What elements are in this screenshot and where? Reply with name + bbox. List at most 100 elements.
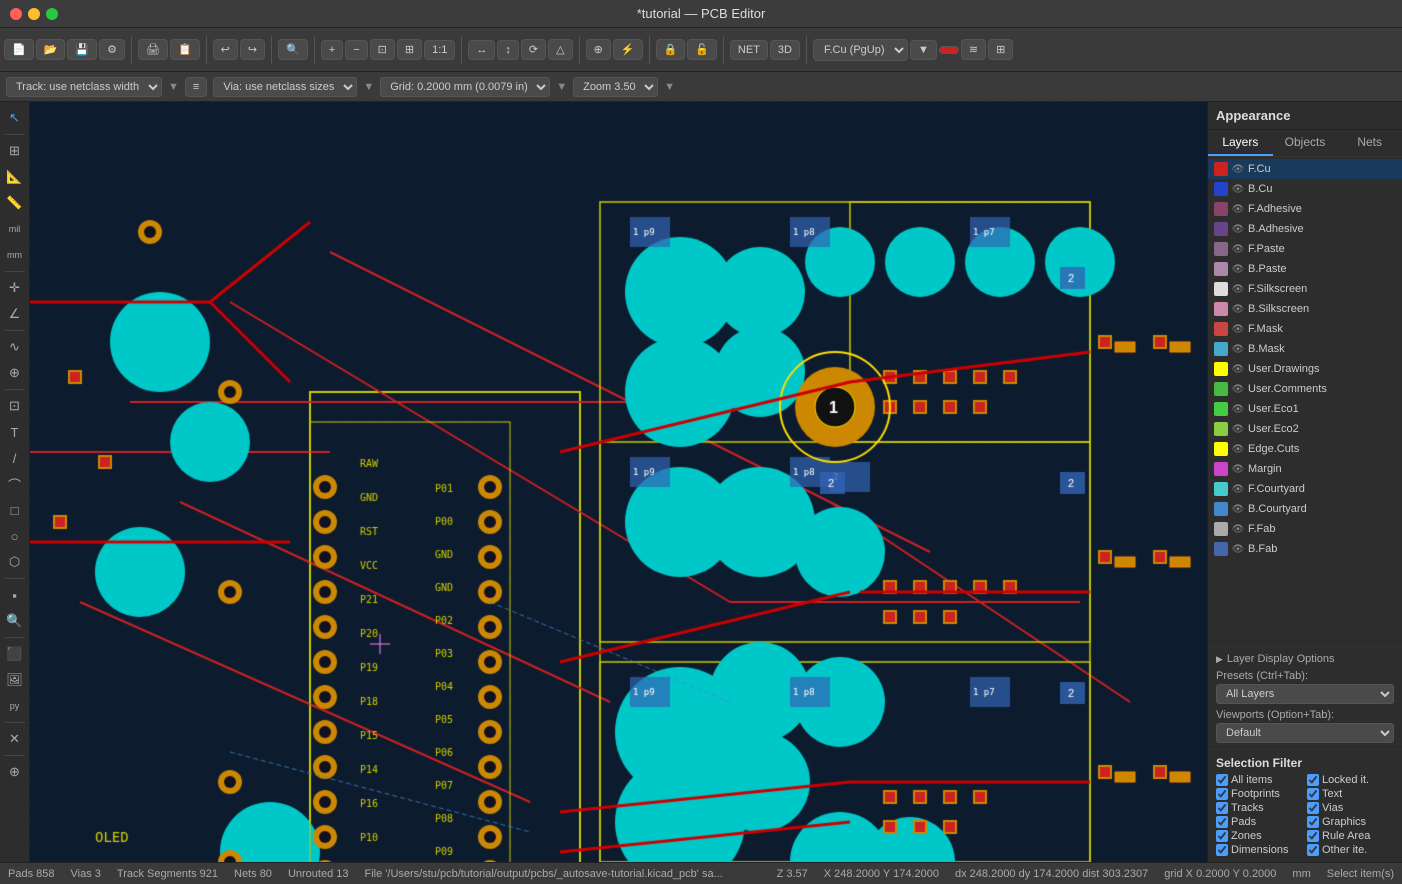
track-width-select[interactable]: Track: use netclass width [6, 77, 162, 97]
sf-checkbox-0[interactable] [1216, 774, 1228, 786]
new-button[interactable]: 📄 [4, 39, 34, 60]
rotate-button[interactable]: △ [548, 39, 572, 60]
image-tool[interactable]: 🖼 [3, 668, 27, 692]
layer-eye[interactable]: 👁 [1231, 543, 1245, 555]
grid-select[interactable]: Grid: 0.2000 mm (0.0079 in) [380, 77, 550, 97]
layer-item-user-comments[interactable]: 👁 User.Comments [1208, 379, 1402, 399]
layer-eye[interactable]: 👁 [1231, 223, 1245, 235]
layer-eye[interactable]: 👁 [1231, 463, 1245, 475]
scripting-tool[interactable]: py [3, 694, 27, 718]
unlock-button[interactable]: 🔓 [687, 39, 717, 60]
layer-item-b-cu[interactable]: 👁 B.Cu [1208, 179, 1402, 199]
extra-button[interactable]: ⊞ [988, 39, 1013, 60]
add-poly-tool[interactable]: ⬡ [3, 550, 27, 574]
layer-dropdown-button[interactable]: ▼ [910, 40, 937, 60]
plot-button[interactable]: 📋 [170, 39, 200, 60]
delete-tool[interactable]: ✕ [3, 727, 27, 751]
minimize-button[interactable] [28, 8, 40, 20]
add-footprint-tool[interactable]: ⊡ [3, 394, 27, 418]
layer-item-margin[interactable]: 👁 Margin [1208, 459, 1402, 479]
tab-nets[interactable]: Nets [1337, 130, 1402, 156]
route-button[interactable]: ⊕ [586, 39, 611, 60]
sf-checkbox-11[interactable] [1307, 844, 1319, 856]
angle-tool[interactable]: ∠ [3, 302, 27, 326]
layer-eye[interactable]: 👁 [1231, 163, 1245, 175]
measure-tool[interactable]: 📏 [3, 191, 27, 215]
layer-eye[interactable]: 👁 [1231, 323, 1245, 335]
undo-button[interactable]: ↩ [213, 39, 238, 60]
layer-item-f-courtyard[interactable]: 👁 F.Courtyard [1208, 479, 1402, 499]
grid-tool[interactable]: ⊞ [3, 139, 27, 163]
layer-item-edge-cuts[interactable]: 👁 Edge.Cuts [1208, 439, 1402, 459]
sf-checkbox-5[interactable] [1307, 802, 1319, 814]
mirror-h-button[interactable]: ↔ [468, 40, 495, 60]
via-size-select[interactable]: Via: use netclass sizes [213, 77, 357, 97]
layer-eye[interactable]: 👁 [1231, 503, 1245, 515]
zoom-select[interactable]: Zoom 3.50 [573, 77, 658, 97]
layer-eye[interactable]: 👁 [1231, 243, 1245, 255]
layer-item-f-paste[interactable]: 👁 F.Paste [1208, 239, 1402, 259]
sf-checkbox-3[interactable] [1307, 788, 1319, 800]
layer-eye[interactable]: 👁 [1231, 303, 1245, 315]
search-button[interactable]: 🔍 [278, 39, 308, 60]
sf-checkbox-10[interactable] [1216, 844, 1228, 856]
layer-eye[interactable]: 👁 [1231, 363, 1245, 375]
layer-item-f-silkscreen[interactable]: 👁 F.Silkscreen [1208, 279, 1402, 299]
redo-button[interactable]: ↪ [240, 39, 265, 60]
pcb-canvas-area[interactable] [30, 102, 1207, 862]
pcb-canvas[interactable] [30, 102, 1207, 862]
preset-select[interactable]: All Layers [1216, 684, 1394, 704]
route-track-tool[interactable]: ∿ [3, 335, 27, 359]
metric-toggle[interactable]: mil [3, 217, 27, 241]
select-tool[interactable]: ↖ [3, 106, 27, 130]
layer-item-b-courtyard[interactable]: 👁 B.Courtyard [1208, 499, 1402, 519]
close-button[interactable] [10, 8, 22, 20]
zoom-fit-button[interactable]: ⊡ [370, 39, 395, 60]
layer-item-b-silkscreen[interactable]: 👁 B.Silkscreen [1208, 299, 1402, 319]
3d-view-tool[interactable]: ⬛ [3, 642, 27, 666]
netinspector-button[interactable]: NET [730, 40, 768, 60]
tab-objects[interactable]: Objects [1273, 130, 1338, 156]
viewport-select[interactable]: Default [1216, 723, 1394, 743]
layer-color-button[interactable] [939, 46, 959, 54]
zoom-area-button[interactable]: ⊞ [397, 39, 422, 60]
sf-checkbox-6[interactable] [1216, 816, 1228, 828]
zoom-100-button[interactable]: 1:1 [424, 40, 455, 60]
zoom-out-button[interactable]: − [345, 40, 367, 60]
open-button[interactable]: 📂 [36, 39, 66, 60]
add-rect-tool[interactable]: □ [3, 498, 27, 522]
tab-layers[interactable]: Layers [1208, 130, 1273, 156]
layer-item-user-eco2[interactable]: 👁 User.Eco2 [1208, 419, 1402, 439]
sf-checkbox-9[interactable] [1307, 830, 1319, 842]
active-layer-select[interactable]: F.Cu (PgUp) [813, 39, 908, 61]
ruler-tool[interactable]: 📐 [3, 165, 27, 189]
layer-eye[interactable]: 👁 [1231, 483, 1245, 495]
flip-button[interactable]: ⟳ [521, 39, 546, 60]
layer-item-f-mask[interactable]: 👁 F.Mask [1208, 319, 1402, 339]
layer-item-b-fab[interactable]: 👁 B.Fab [1208, 539, 1402, 559]
layer-eye[interactable]: 👁 [1231, 523, 1245, 535]
layer-eye[interactable]: 👁 [1231, 183, 1245, 195]
sf-checkbox-2[interactable] [1216, 788, 1228, 800]
print-button[interactable]: 🖨 [138, 39, 168, 60]
maximize-button[interactable] [46, 8, 58, 20]
fill-zone-tool[interactable]: ▪ [3, 583, 27, 607]
layer-eye[interactable]: 👁 [1231, 403, 1245, 415]
layer-item-b-adhesive[interactable]: 👁 B.Adhesive [1208, 219, 1402, 239]
sf-checkbox-8[interactable] [1216, 830, 1228, 842]
layer-item-b-paste[interactable]: 👁 B.Paste [1208, 259, 1402, 279]
add-line-tool[interactable]: / [3, 446, 27, 470]
cursor-tool[interactable]: ✛ [3, 276, 27, 300]
add-circle-tool[interactable]: ○ [3, 524, 27, 548]
add-arc-tool[interactable]: ⌒ [3, 472, 27, 496]
layer-item-user-drawings[interactable]: 👁 User.Drawings [1208, 359, 1402, 379]
sf-checkbox-1[interactable] [1307, 774, 1319, 786]
add-text-tool[interactable]: T [3, 420, 27, 444]
layer-display-header[interactable]: ▶ Layer Display Options [1216, 653, 1394, 665]
layer-eye[interactable]: 👁 [1231, 423, 1245, 435]
layer-eye[interactable]: 👁 [1231, 443, 1245, 455]
layer-item-user-eco1[interactable]: 👁 User.Eco1 [1208, 399, 1402, 419]
ratsnest-button[interactable]: ≋ [961, 39, 986, 60]
mirror-v-button[interactable]: ↕ [497, 40, 519, 60]
drc-button[interactable]: ⚡ [613, 39, 643, 60]
